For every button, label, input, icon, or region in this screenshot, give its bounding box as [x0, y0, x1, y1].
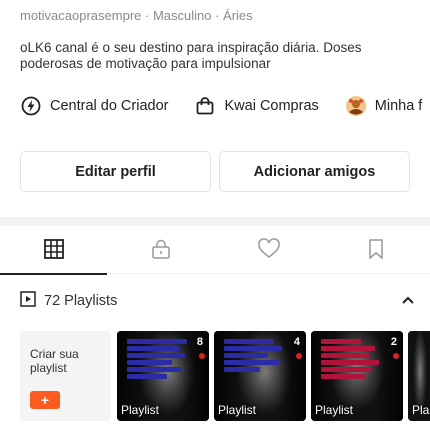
playlist-label: Pla	[412, 403, 430, 417]
tab-grid[interactable]	[0, 228, 108, 275]
create-playlist-label: Criar sua playlist	[30, 347, 79, 375]
shortcut-kwai-shopping[interactable]: Kwai Compras	[194, 95, 319, 117]
section-divider	[0, 217, 430, 226]
playlist-label: Playlist	[218, 403, 257, 417]
playlists-count: 72 Playlists	[44, 293, 118, 309]
playlists-header[interactable]: 72 Playlists	[20, 290, 415, 312]
avatar-icon	[345, 95, 367, 117]
create-playlist-card[interactable]: Criar sua playlist +	[20, 331, 111, 421]
playlist-video-count: 2	[390, 336, 397, 348]
shopping-bag-icon	[194, 95, 216, 117]
grid-icon	[43, 238, 65, 265]
bookmark-icon	[366, 238, 386, 265]
profile-actions: Editar perfil Adicionar amigos	[20, 151, 410, 192]
edit-profile-button[interactable]: Editar perfil	[20, 151, 211, 192]
tab-saved[interactable]	[323, 228, 430, 274]
lock-icon	[150, 238, 172, 265]
profile-tabs	[0, 228, 430, 275]
shortcut-label: Kwai Compras	[224, 98, 319, 114]
playlist-card[interactable]: 4 Playlist	[214, 331, 306, 421]
heart-icon	[257, 237, 281, 265]
playlist-label: Playlist	[121, 403, 160, 417]
shortcut-row: Central do Criador Kwai Compras Minha f	[20, 94, 430, 118]
playlist-video-count: 8	[196, 336, 203, 348]
playlist-label: Playlist	[315, 403, 354, 417]
shortcut-creator-center[interactable]: Central do Criador	[20, 95, 168, 117]
profile-meta: motivacaoprasempre · Masculino · Áries	[20, 8, 253, 23]
tab-liked[interactable]	[215, 228, 323, 274]
playlist-icon	[20, 290, 36, 312]
shortcut-label: Minha f	[374, 98, 423, 114]
playlist-card[interactable]: 2 Playlist	[311, 331, 403, 421]
cover-text-overlay	[125, 335, 187, 387]
create-playlist-button[interactable]: +	[30, 391, 60, 409]
lightning-circle-icon	[20, 95, 42, 117]
chevron-up-icon[interactable]	[401, 292, 415, 310]
playlist-card[interactable]: 8 Playlist	[117, 331, 209, 421]
playlist-video-count: 4	[293, 336, 300, 348]
cover-text-overlay	[319, 335, 381, 387]
tab-private[interactable]	[108, 228, 216, 274]
shortcut-my-items[interactable]: Minha f	[345, 95, 423, 117]
add-friends-button[interactable]: Adicionar amigos	[219, 151, 410, 192]
cover-text-overlay	[222, 335, 284, 387]
playlist-card[interactable]: Pla	[408, 331, 430, 421]
profile-bio: oLK6 canal é o seu destino para inspiraç…	[20, 40, 362, 71]
shortcut-label: Central do Criador	[50, 98, 169, 114]
